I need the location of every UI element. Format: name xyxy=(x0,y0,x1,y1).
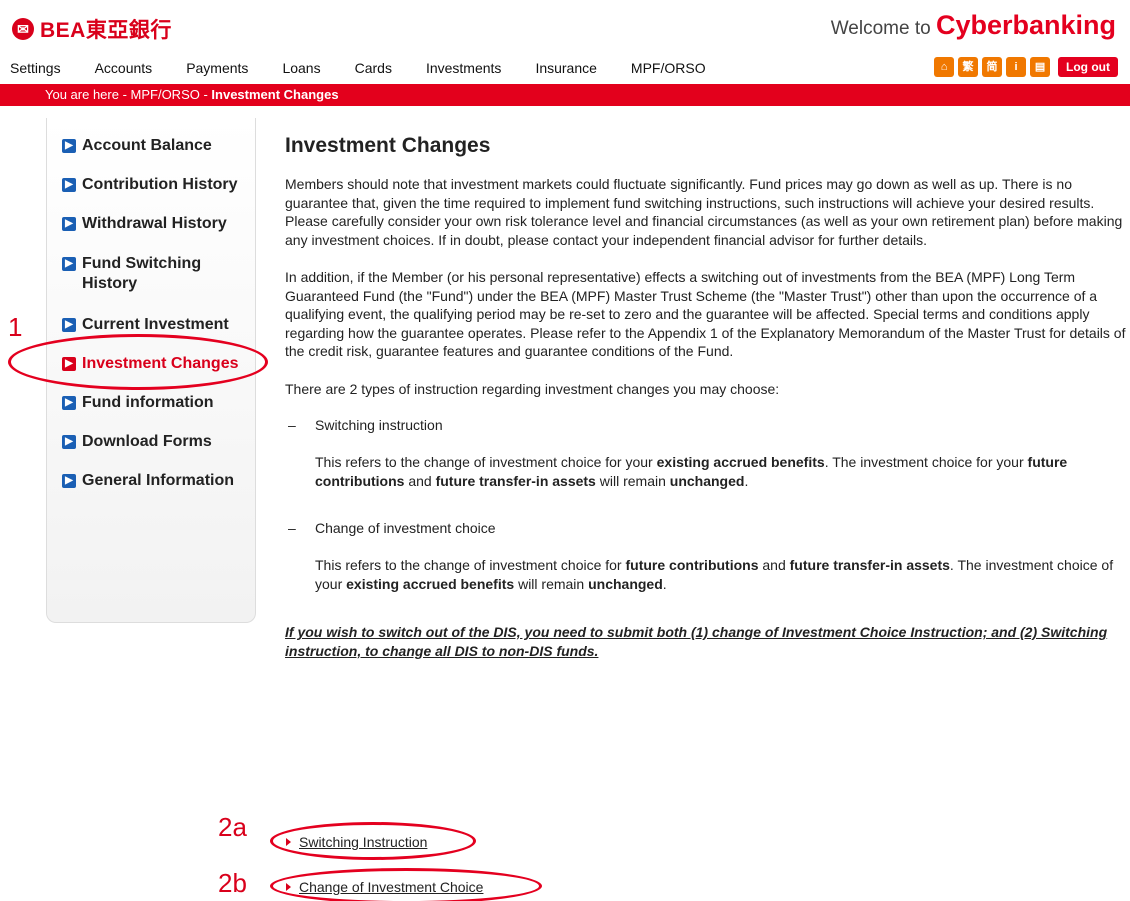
change-choice-heading: Change of investment choice xyxy=(285,520,1130,536)
arrow-right-icon: ▶ xyxy=(62,318,76,332)
main-content: Investment Changes Members should note t… xyxy=(285,134,1130,660)
arrow-right-icon: ▶ xyxy=(62,257,76,271)
welcome-brand: Cyberbanking xyxy=(935,10,1116,40)
annotation-2b: 2b xyxy=(218,868,247,898)
instruction-types-intro: There are 2 types of instruction regardi… xyxy=(285,380,780,397)
breadcrumb-current: Investment Changes xyxy=(211,87,339,102)
mailbox-icon[interactable]: ▤ xyxy=(1030,57,1051,77)
nav-insurance[interactable]: Insurance xyxy=(518,60,613,82)
nav-accounts[interactable]: Accounts xyxy=(78,60,170,82)
arrow-right-icon: ▶ xyxy=(62,217,76,231)
nav-investments[interactable]: Investments xyxy=(409,60,518,82)
traditional-chinese-icon[interactable]: 繁 xyxy=(958,57,979,77)
sidebar-item-label: Contribution History xyxy=(82,176,238,193)
switching-instruction-heading: Switching instruction xyxy=(285,417,1130,433)
sidebar-item-general-information[interactable]: ▶ General Information xyxy=(62,471,234,491)
annotation-ring-1 xyxy=(8,334,268,390)
sidebar-item-fund-information[interactable]: ▶ Fund information xyxy=(62,393,214,413)
sidebar-item-label: Fund Switching History xyxy=(82,255,202,292)
breadcrumb-prefix: You are here - MPF/ORSO - xyxy=(45,87,212,102)
guarantee-notice: In addition, if the Member (or his perso… xyxy=(285,269,1126,359)
sidebar-item-fund-switching-history[interactable]: ▶ Fund Switching History xyxy=(62,254,232,294)
page-title: Investment Changes xyxy=(285,134,491,157)
sidebar-item-label: Withdrawal History xyxy=(82,215,227,232)
sidebar-item-label: Current Investment xyxy=(82,316,229,333)
annotation-ring-2a xyxy=(270,822,476,860)
sidebar-item-current-investment[interactable]: ▶ Current Investment xyxy=(62,315,229,335)
breadcrumb: You are here - MPF/ORSO - Investment Cha… xyxy=(0,84,1130,106)
sidebar-item-label: Download Forms xyxy=(82,433,212,450)
annotation-ring-2b xyxy=(270,868,542,901)
arrow-right-icon: ▶ xyxy=(62,396,76,410)
annotation-1: 1 xyxy=(8,312,23,342)
logout-button[interactable]: Log out xyxy=(1058,57,1118,77)
sidebar-item-download-forms[interactable]: ▶ Download Forms xyxy=(62,432,212,452)
risk-disclaimer: Members should note that investment mark… xyxy=(285,176,1123,248)
sidebar-item-contribution-history[interactable]: ▶ Contribution History xyxy=(62,175,238,195)
change-choice-description: This refers to the change of investment … xyxy=(315,557,1114,592)
arrow-right-icon: ▶ xyxy=(62,139,76,153)
arrow-right-icon: ▶ xyxy=(62,474,76,488)
sidebar-item-label: Account Balance xyxy=(82,137,212,154)
sidebar-item-label: General Information xyxy=(82,472,235,489)
nav-loans[interactable]: Loans xyxy=(265,60,337,82)
toolbar: ⌂ 繁 简 i ▤ Log out xyxy=(934,57,1118,77)
simplified-chinese-icon[interactable]: 简 xyxy=(982,57,1003,77)
nav-mpf-orso[interactable]: MPF/ORSO xyxy=(614,60,723,82)
bea-logo-text: BEA東亞銀行 xyxy=(40,19,172,42)
annotation-2a: 2a xyxy=(218,812,247,842)
sidebar-item-label: Fund information xyxy=(82,394,214,411)
dis-switch-notice: If you wish to switch out of the DIS, yo… xyxy=(285,624,1108,659)
info-icon[interactable]: i xyxy=(1006,57,1027,77)
bea-logo[interactable]: ✉ BEA東亞銀行 xyxy=(12,14,172,44)
welcome-banner: Welcome to Cyberbanking xyxy=(831,10,1116,41)
bea-logo-icon: ✉ xyxy=(12,18,34,40)
nav-payments[interactable]: Payments xyxy=(169,60,265,82)
logout-label: Log out xyxy=(1066,60,1110,74)
home-icon[interactable]: ⌂ xyxy=(934,57,955,77)
sidebar-item-account-balance[interactable]: ▶ Account Balance xyxy=(62,136,212,156)
nav-cards[interactable]: Cards xyxy=(338,60,409,82)
main-nav: Settings Accounts Payments Loans Cards I… xyxy=(0,60,723,82)
sidebar-item-withdrawal-history[interactable]: ▶ Withdrawal History xyxy=(62,214,227,234)
welcome-prefix: Welcome to xyxy=(830,18,936,39)
switching-instruction-description: This refers to the change of investment … xyxy=(315,454,1068,489)
nav-settings[interactable]: Settings xyxy=(0,60,78,82)
arrow-right-icon: ▶ xyxy=(62,178,76,192)
arrow-right-icon: ▶ xyxy=(62,435,76,449)
